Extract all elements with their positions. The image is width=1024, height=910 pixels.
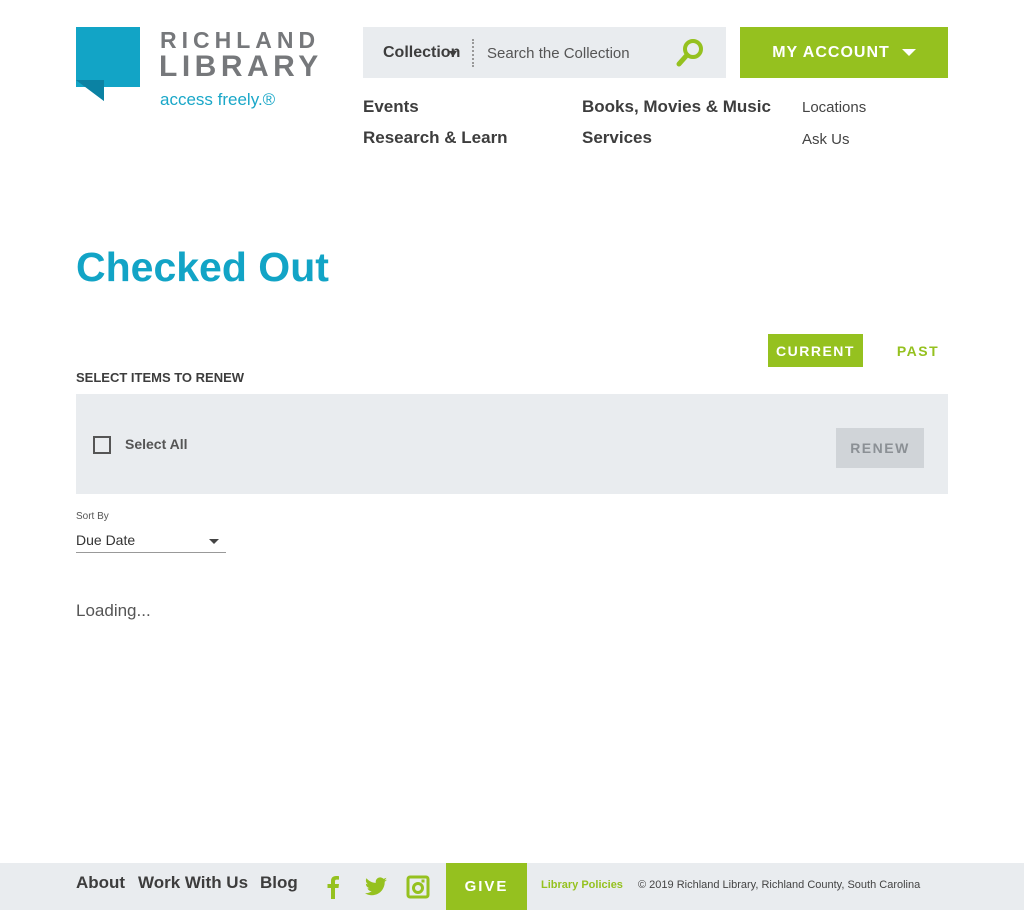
- library-policies-link[interactable]: Library Policies: [541, 879, 623, 891]
- renew-button[interactable]: RENEW: [836, 428, 924, 468]
- select-all-checkbox[interactable]: [93, 436, 111, 454]
- copyright-text: © 2019 Richland Library, Richland County…: [638, 879, 921, 891]
- nav-locations[interactable]: Locations: [802, 99, 866, 116]
- footer-work-link[interactable]: Work With Us: [138, 873, 248, 893]
- search-input[interactable]: [487, 41, 662, 65]
- chevron-down-icon: [901, 49, 916, 56]
- give-button[interactable]: GIVE: [446, 863, 527, 910]
- chevron-down-icon: [209, 539, 219, 544]
- footer: About Work With Us Blog GIVE Library Pol…: [0, 863, 1024, 910]
- instagram-icon[interactable]: [406, 875, 430, 899]
- renew-panel: Select All RENEW: [76, 394, 948, 494]
- sort-value: Due Date: [76, 532, 136, 548]
- search-icon[interactable]: [675, 38, 705, 68]
- tab-current[interactable]: CURRENT: [768, 334, 863, 367]
- section-label: SELECT ITEMS TO RENEW: [76, 370, 245, 385]
- search-divider: [472, 39, 474, 67]
- sort-select[interactable]: Due Date: [76, 530, 226, 553]
- logo-tagline: access freely.®: [160, 90, 276, 109]
- nav-ask-us[interactable]: Ask Us: [802, 131, 850, 148]
- search-bar: Collection: [363, 27, 726, 78]
- twitter-icon[interactable]: [364, 875, 388, 899]
- nav-books-movies-music[interactable]: Books, Movies & Music: [582, 97, 771, 117]
- loading-text: Loading...: [76, 601, 151, 620]
- logo-name-line2: LIBRARY: [159, 50, 323, 83]
- footer-blog-link[interactable]: Blog: [260, 873, 298, 893]
- library-logo[interactable]: RICHLAND LIBRARY access freely.®: [76, 27, 326, 112]
- my-account-button[interactable]: MY ACCOUNT: [740, 27, 948, 78]
- nav-services[interactable]: Services: [582, 128, 652, 148]
- select-all-label[interactable]: Select All: [125, 436, 188, 452]
- nav-research-learn[interactable]: Research & Learn: [363, 128, 508, 148]
- nav-events[interactable]: Events: [363, 97, 419, 117]
- tab-past[interactable]: PAST: [886, 334, 950, 367]
- logo-mark-icon: [76, 27, 140, 101]
- sort-label: Sort By: [76, 511, 109, 522]
- footer-about-link[interactable]: About: [76, 873, 125, 893]
- page-title: Checked Out: [76, 244, 329, 290]
- facebook-icon[interactable]: [321, 875, 345, 899]
- chevron-down-icon[interactable]: [449, 51, 457, 57]
- my-account-label: MY ACCOUNT: [772, 43, 890, 61]
